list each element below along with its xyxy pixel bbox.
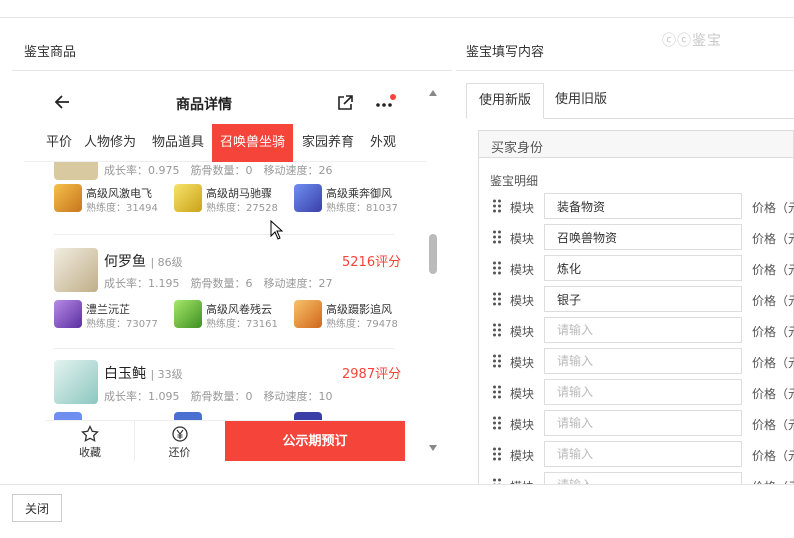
appraisal-row: 模块 价格（元）	[478, 193, 794, 221]
drag-handle-icon[interactable]	[492, 292, 502, 306]
module-input[interactable]	[544, 224, 742, 250]
module-input[interactable]	[544, 379, 742, 405]
price-label: 价格（元）	[752, 418, 794, 432]
module-label: 模块	[510, 201, 535, 215]
module-input[interactable]	[544, 255, 742, 281]
appraisal-row: 模块 价格（元）	[478, 286, 794, 314]
drag-handle-icon[interactable]	[492, 230, 502, 244]
module-label: 模块	[510, 263, 535, 277]
module-label: 模块	[510, 356, 535, 370]
drag-handle-icon[interactable]	[492, 354, 502, 368]
module-label: 模块	[510, 449, 535, 463]
appraisal-row: 模块 价格（元）	[478, 410, 794, 438]
module-input[interactable]	[544, 317, 742, 343]
appraisal-row: 模块 价格（元）	[478, 379, 794, 407]
price-label: 价格（元）	[752, 356, 794, 370]
module-input[interactable]	[544, 410, 742, 436]
module-input[interactable]	[544, 472, 742, 484]
module-input[interactable]	[544, 441, 742, 467]
module-input[interactable]	[544, 286, 742, 312]
module-label: 模块	[510, 387, 535, 401]
drag-handle-icon[interactable]	[492, 199, 502, 213]
footer-divider	[0, 484, 794, 485]
appraisal-rows: 模块价格（元）模块价格（元）模块价格（元）模块价格（元）模块价格（元）模块价格（…	[0, 0, 794, 484]
appraisal-row: 模块 价格（元）	[478, 255, 794, 283]
price-label: 价格（元）	[752, 201, 794, 215]
drag-handle-icon[interactable]	[492, 261, 502, 275]
drag-handle-icon[interactable]	[492, 385, 502, 399]
app-root: 鉴宝商品 鉴宝填写内容 ⓒⓒ鉴宝 商品详情 平价 人物修为 物品道具 召唤兽坐骑…	[0, 0, 794, 538]
drag-handle-icon[interactable]	[492, 323, 502, 337]
module-label: 模块	[510, 294, 535, 308]
price-label: 价格（元）	[752, 387, 794, 401]
price-label: 价格（元）	[752, 232, 794, 246]
drag-handle-icon[interactable]	[492, 416, 502, 430]
appraisal-row: 模块 价格（元）	[478, 317, 794, 345]
module-input[interactable]	[544, 193, 742, 219]
price-label: 价格（元）	[752, 294, 794, 308]
module-label: 模块	[510, 325, 535, 339]
price-label: 价格（元）	[752, 325, 794, 339]
module-label: 模块	[510, 232, 535, 246]
drag-handle-icon[interactable]	[492, 447, 502, 461]
module-input[interactable]	[544, 348, 742, 374]
appraisal-row: 模块 价格（元）	[478, 224, 794, 252]
price-label: 价格（元）	[752, 263, 794, 277]
appraisal-row: 模块价格（元）	[478, 472, 794, 484]
price-label: 价格（元）	[752, 449, 794, 463]
appraisal-row: 模块 价格（元）	[478, 441, 794, 469]
module-label: 模块	[510, 418, 535, 432]
appraisal-row: 模块 价格（元）	[478, 348, 794, 376]
close-button[interactable]: 关闭	[12, 494, 62, 522]
